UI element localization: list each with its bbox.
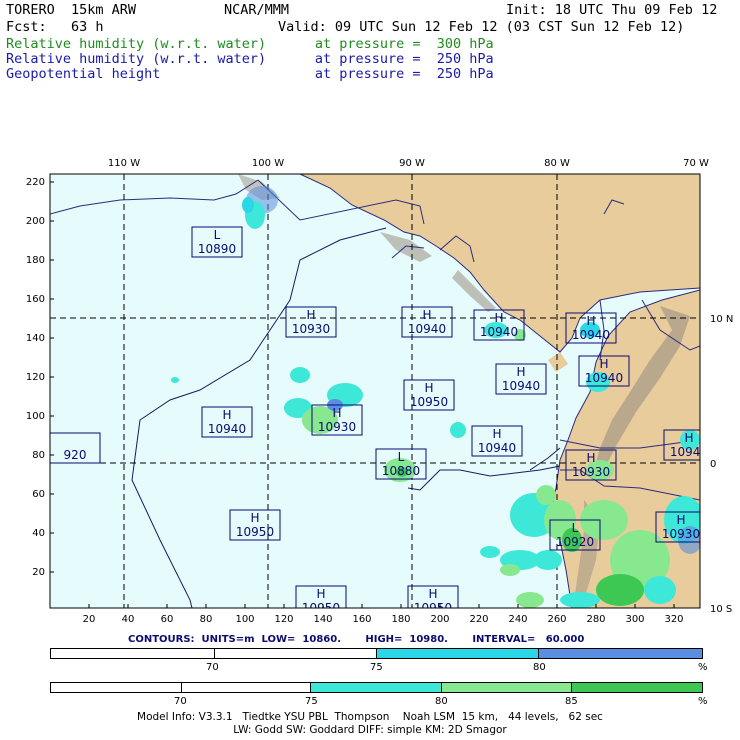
center-type: H xyxy=(599,357,608,371)
x-grid-index: 160 xyxy=(352,614,371,625)
center-type: H xyxy=(586,451,595,465)
center-type: H xyxy=(494,311,503,325)
center-value: 10930 xyxy=(572,465,610,479)
x-grid-index: 120 xyxy=(274,614,293,625)
model-info-line2: LW: Godd SW: Goddard DIFF: simple KM: 2D… xyxy=(233,724,507,736)
colorbar-tick-label: 85 xyxy=(565,696,578,707)
y-grid-index: 60 xyxy=(32,489,45,500)
longitude-label: 90 W xyxy=(399,158,425,169)
center-value: 10890 xyxy=(198,242,236,256)
latitude-label: 10 N xyxy=(710,314,733,325)
colorbar-unit: % xyxy=(698,696,708,707)
colorbar-tick-label: 70 xyxy=(206,662,219,673)
colorbar-rh-250 xyxy=(50,682,703,693)
center-value: 10940 xyxy=(480,325,518,339)
center-type: H xyxy=(424,381,433,395)
colorbar-segment xyxy=(376,649,540,658)
latitude-label: 10 S xyxy=(710,604,732,615)
center-value: 920 xyxy=(64,448,87,462)
x-grid-index: 180 xyxy=(391,614,410,625)
center-value: 10950 xyxy=(410,395,448,409)
colorbar-tick xyxy=(181,682,182,693)
colorbar-tick-label: 75 xyxy=(370,662,383,673)
colorbar-segment xyxy=(311,683,442,692)
colorbar-tick-label: 80 xyxy=(533,662,546,673)
model-output-map: { "header": { "model": "TORERO 15km ARW"… xyxy=(0,0,740,740)
center-type: H xyxy=(316,587,325,601)
colorbar-tick-label: 75 xyxy=(305,696,318,707)
y-grid-index: 80 xyxy=(32,450,45,461)
center-value: 10940 xyxy=(208,422,246,436)
colorbar-segment xyxy=(539,649,702,658)
x-grid-index: 40 xyxy=(122,614,135,625)
y-grid-index: 100 xyxy=(26,411,45,422)
x-grid-index: 280 xyxy=(586,614,605,625)
center-value: 10950 xyxy=(236,525,274,539)
center-type: H xyxy=(250,511,259,525)
y-grid-index: 180 xyxy=(26,255,45,266)
center-type: L xyxy=(214,228,221,242)
center-value: 10930 xyxy=(292,322,330,336)
longitude-label: 110 W xyxy=(108,158,140,169)
colorbar-rh-300 xyxy=(50,648,703,659)
center-value: 10940 xyxy=(478,441,516,455)
colorbar-tick-label: 70 xyxy=(174,696,187,707)
x-grid-index: 240 xyxy=(508,614,527,625)
longitude-label: 100 W xyxy=(252,158,284,169)
x-grid-index: 200 xyxy=(430,614,449,625)
longitude-label: 70 W xyxy=(683,158,709,169)
center-value: 10940 xyxy=(572,328,610,342)
center-value: 10920 xyxy=(556,535,594,549)
colorbar-unit: % xyxy=(698,662,708,673)
map-panel: L10890H10930H10940H10940H10940H10940H109… xyxy=(26,158,733,625)
center-type: H xyxy=(222,408,231,422)
y-grid-index: 200 xyxy=(26,216,45,227)
model-info-line1: Model Info: V3.3.1 Tiedtke YSU PBL Thomp… xyxy=(137,711,603,723)
x-grid-index: 220 xyxy=(469,614,488,625)
center-value: 10930 xyxy=(662,527,700,541)
x-grid-index: 300 xyxy=(625,614,644,625)
y-grid-index: 140 xyxy=(26,333,45,344)
center-type: H xyxy=(676,513,685,527)
colorbar-segment xyxy=(441,683,572,692)
y-grid-index: 160 xyxy=(26,294,45,305)
y-grid-index: 40 xyxy=(32,528,45,539)
x-grid-index: 100 xyxy=(235,614,254,625)
colorbar-tick-label: 80 xyxy=(435,696,448,707)
center-value: 10940 xyxy=(502,379,540,393)
longitude-label: 80 W xyxy=(544,158,570,169)
center-type: H xyxy=(586,314,595,328)
y-grid-index: 120 xyxy=(26,372,45,383)
x-grid-index: 20 xyxy=(83,614,96,625)
center-type: L xyxy=(572,521,579,535)
colorbar-tick xyxy=(214,648,215,659)
x-grid-index: 320 xyxy=(664,614,683,625)
colorbar-segment xyxy=(571,683,702,692)
x-grid-index: 80 xyxy=(200,614,213,625)
center-value: 10880 xyxy=(382,464,420,478)
y-grid-index: 220 xyxy=(26,177,45,188)
x-grid-index: 140 xyxy=(313,614,332,625)
contour-info: CONTOURS: UNITS=m LOW= 10860. HIGH= 1098… xyxy=(128,634,585,645)
center-type: H xyxy=(332,406,341,420)
y-grid-index: 20 xyxy=(32,567,45,578)
center-type: H xyxy=(306,308,315,322)
center-value: 10940 xyxy=(408,322,446,336)
x-grid-index: 60 xyxy=(161,614,174,625)
center-type: H xyxy=(516,365,525,379)
center-type: H xyxy=(422,308,431,322)
latitude-label: 0 xyxy=(710,459,716,470)
center-type: L xyxy=(398,450,405,464)
center-type: H xyxy=(428,587,437,601)
center-type: H xyxy=(684,431,693,445)
center-value: 10940 xyxy=(670,445,708,459)
center-type: H xyxy=(492,427,501,441)
center-value: 10930 xyxy=(318,420,356,434)
center-value: 10940 xyxy=(585,371,623,385)
x-grid-index: 260 xyxy=(547,614,566,625)
